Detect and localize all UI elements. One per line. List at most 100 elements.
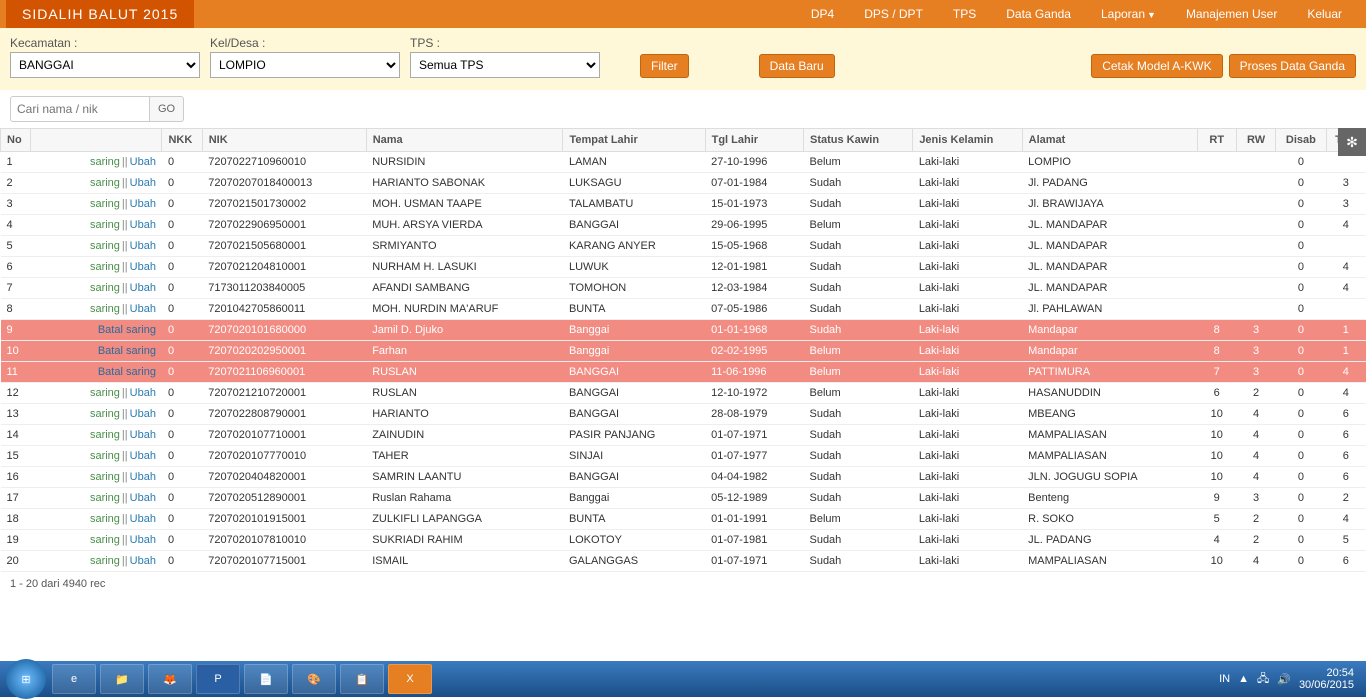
data-baru-button[interactable]: Data Baru <box>759 54 835 78</box>
cell-jenis-kelamin: Laki-laki <box>913 404 1022 425</box>
cell-tempat-lahir: LAMAN <box>563 152 705 173</box>
data-table-wrap: ✻ No NKK NIK Nama Tempat Lahir Tgl Lahir… <box>0 128 1366 572</box>
cell-nama: NURSIDIN <box>366 152 563 173</box>
taskbar-explorer[interactable]: 📁 <box>100 664 144 694</box>
kecamatan-select[interactable]: BANGGAI <box>10 52 200 78</box>
cell-no: 18 <box>1 509 31 530</box>
nav-dp4[interactable]: DP4 <box>805 3 840 25</box>
ubah-link[interactable]: Ubah <box>130 534 156 546</box>
cell-disab: 0 <box>1276 215 1326 236</box>
saring-link[interactable]: saring <box>90 408 120 420</box>
gear-icon[interactable]: ✻ <box>1338 128 1366 156</box>
tray-network-icon[interactable]: 🖧 <box>1257 670 1269 689</box>
cell-no: 10 <box>1 341 31 362</box>
ubah-link[interactable]: Ubah <box>130 471 156 483</box>
cell-tps: 4 <box>1326 383 1365 404</box>
cell-tgl-lahir: 01-07-1971 <box>705 551 803 572</box>
nav-laporan[interactable]: Laporan▼ <box>1095 3 1162 25</box>
taskbar-paint[interactable]: 🎨 <box>292 664 336 694</box>
cell-nkk: 0 <box>162 404 202 425</box>
cell-disab: 0 <box>1276 509 1326 530</box>
ubah-link[interactable]: Ubah <box>130 219 156 231</box>
saring-link[interactable]: saring <box>90 513 120 525</box>
ubah-link[interactable]: Ubah <box>130 387 156 399</box>
cell-status-kawin: Sudah <box>803 467 912 488</box>
ubah-link[interactable]: Ubah <box>130 492 156 504</box>
saring-link[interactable]: Batal saring <box>98 366 156 378</box>
ubah-link[interactable]: Ubah <box>130 198 156 210</box>
taskbar-firefox[interactable]: 🦊 <box>148 664 192 694</box>
cell-rw: 2 <box>1236 383 1275 404</box>
cell-alamat: JL. MANDAPAR <box>1022 236 1197 257</box>
search-go-button[interactable]: GO <box>150 96 184 122</box>
saring-link[interactable]: saring <box>90 450 120 462</box>
cell-nkk: 0 <box>162 236 202 257</box>
cell-nik: 7207020512890001 <box>202 488 366 509</box>
start-button[interactable]: ⊞ <box>6 659 46 699</box>
saring-link[interactable]: saring <box>90 240 120 252</box>
keldesa-select[interactable]: LOMPIO <box>210 52 400 78</box>
saring-link[interactable]: saring <box>90 471 120 483</box>
ubah-link[interactable]: Ubah <box>130 513 156 525</box>
ubah-link[interactable]: Ubah <box>130 555 156 567</box>
taskbar-app-p[interactable]: P <box>196 664 240 694</box>
saring-link[interactable]: Batal saring <box>98 345 156 357</box>
saring-link[interactable]: saring <box>90 198 120 210</box>
saring-link[interactable]: saring <box>90 177 120 189</box>
ubah-link[interactable]: Ubah <box>130 450 156 462</box>
cell-nkk: 0 <box>162 215 202 236</box>
taskbar-ie[interactable]: e <box>52 664 96 694</box>
cell-actions: saring||Ubah <box>31 173 162 194</box>
ubah-link[interactable]: Ubah <box>130 282 156 294</box>
cell-tgl-lahir: 07-05-1986 <box>705 299 803 320</box>
saring-link[interactable]: saring <box>90 492 120 504</box>
saring-link[interactable]: saring <box>90 303 120 315</box>
ubah-link[interactable]: Ubah <box>130 429 156 441</box>
cell-nama: Farhan <box>366 341 563 362</box>
taskbar-word[interactable]: 📄 <box>244 664 288 694</box>
saring-link[interactable]: saring <box>90 555 120 567</box>
tray-volume-icon[interactable]: 🔊 <box>1277 673 1291 686</box>
tray-lang[interactable]: IN <box>1219 673 1230 685</box>
taskbar-xampp[interactable]: X <box>388 664 432 694</box>
cell-nama: ZAINUDIN <box>366 425 563 446</box>
proses-ganda-button[interactable]: Proses Data Ganda <box>1229 54 1356 78</box>
ubah-link[interactable]: Ubah <box>130 303 156 315</box>
cell-status-kawin: Sudah <box>803 278 912 299</box>
saring-link[interactable]: saring <box>90 261 120 273</box>
ubah-link[interactable]: Ubah <box>130 156 156 168</box>
ubah-link[interactable]: Ubah <box>130 177 156 189</box>
cell-rt: 10 <box>1197 446 1236 467</box>
nav-data-ganda[interactable]: Data Ganda <box>1000 3 1077 25</box>
tray-flag-icon[interactable]: ▲ <box>1238 673 1249 685</box>
cell-rt: 9 <box>1197 488 1236 509</box>
nav-tps[interactable]: TPS <box>947 3 982 25</box>
cell-alamat: Jl. PADANG <box>1022 173 1197 194</box>
cell-jenis-kelamin: Laki-laki <box>913 173 1022 194</box>
cell-nik: 7207021210720001 <box>202 383 366 404</box>
nav-keluar[interactable]: Keluar <box>1301 3 1348 25</box>
cell-jenis-kelamin: Laki-laki <box>913 446 1022 467</box>
saring-link[interactable]: saring <box>90 219 120 231</box>
nav-dps-dpt[interactable]: DPS / DPT <box>858 3 929 25</box>
table-row: 9Batal saring07207020101680000Jamil D. D… <box>1 320 1366 341</box>
saring-link[interactable]: saring <box>90 429 120 441</box>
saring-link[interactable]: saring <box>90 156 120 168</box>
cell-status-kawin: Belum <box>803 215 912 236</box>
saring-link[interactable]: saring <box>90 387 120 399</box>
cell-status-kawin: Belum <box>803 362 912 383</box>
tray-clock[interactable]: 20:5430/06/2015 <box>1299 667 1354 691</box>
saring-link[interactable]: saring <box>90 534 120 546</box>
saring-link[interactable]: saring <box>90 282 120 294</box>
cetak-model-button[interactable]: Cetak Model A-KWK <box>1091 54 1222 78</box>
taskbar-notes[interactable]: 📋 <box>340 664 384 694</box>
search-input[interactable] <box>10 96 150 122</box>
tps-select[interactable]: Semua TPS <box>410 52 600 78</box>
ubah-link[interactable]: Ubah <box>130 408 156 420</box>
filter-button[interactable]: Filter <box>640 54 689 78</box>
cell-status-kawin: Sudah <box>803 404 912 425</box>
saring-link[interactable]: Batal saring <box>98 324 156 336</box>
ubah-link[interactable]: Ubah <box>130 240 156 252</box>
ubah-link[interactable]: Ubah <box>130 261 156 273</box>
nav-manajemen-user[interactable]: Manajemen User <box>1180 3 1283 25</box>
